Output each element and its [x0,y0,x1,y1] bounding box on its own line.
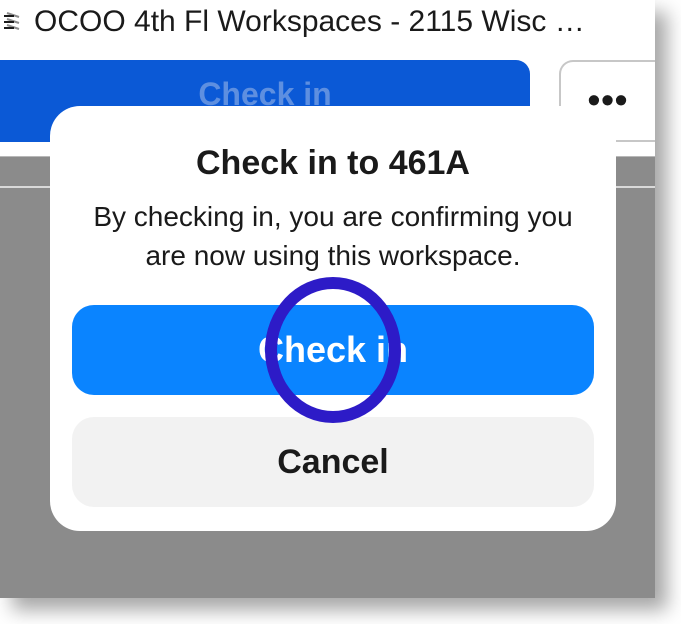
check-in-confirmation-dialog: Check in to 461A By checking in, you are… [50,106,616,531]
check-in-confirm-button[interactable]: Check in [72,305,594,395]
cancel-button[interactable]: Cancel [72,417,594,507]
cancel-button-label: Cancel [277,443,389,482]
page-header: OCOO 4th Fl Workspaces - 2115 Wisc … [0,0,655,44]
app-frame: OCOO 4th Fl Workspaces - 2115 Wisc … Che… [0,0,655,598]
dialog-title: Check in to 461A [72,144,594,183]
check-in-confirm-label: Check in [258,329,408,371]
page-title: OCOO 4th Fl Workspaces - 2115 Wisc … [34,5,585,39]
dialog-body-text: By checking in, you are confirming you a… [72,197,594,275]
location-icon [0,9,26,35]
